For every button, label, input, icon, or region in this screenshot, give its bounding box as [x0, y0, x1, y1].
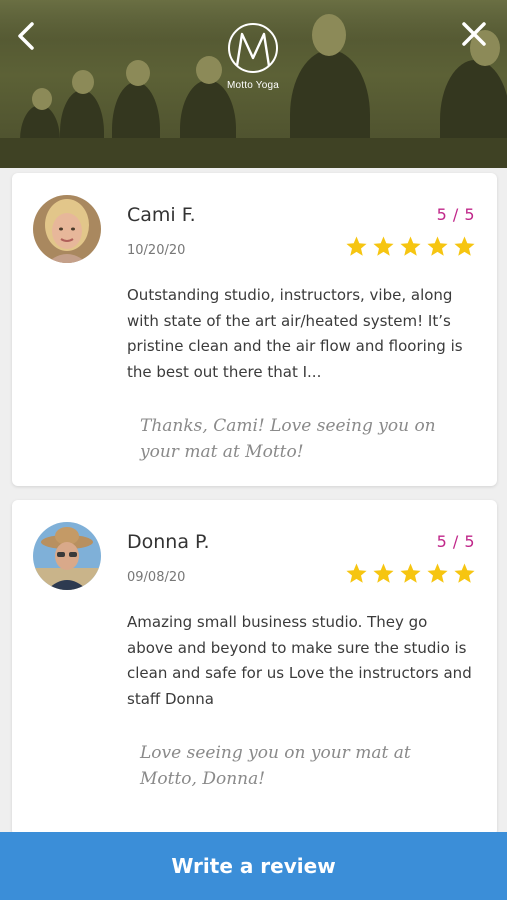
rating-score: 5 / 5 [436, 532, 475, 551]
logo-mark-icon [228, 23, 278, 73]
motto-yoga-logo: Motto Yoga [218, 20, 288, 100]
star-icon [373, 563, 394, 583]
star-icon [346, 236, 367, 256]
review-text: Amazing small business studio. They go a… [127, 613, 472, 708]
star-rating [345, 235, 476, 259]
star-icon [346, 563, 367, 583]
reviewer-name: Cami F. [127, 204, 196, 226]
star-icon [454, 236, 475, 256]
brand-name: Motto Yoga [226, 80, 280, 91]
review-card: Donna P. 09/08/20 5 / 5 Amazing small bu… [12, 500, 497, 832]
studio-banner: Motto Yoga [0, 0, 507, 168]
star-icon [373, 236, 394, 256]
review-list[interactable]: Cami F. 10/20/20 5 / 5 Outstanding studi… [0, 168, 507, 832]
review-text: Outstanding studio, instructors, vibe, a… [127, 286, 463, 381]
write-review-button[interactable]: Write a review [0, 832, 507, 900]
app-root: Motto Yoga Cami F. 10/20/20 5 / 5 Outsta… [0, 0, 507, 900]
review-date: 09/08/20 [127, 570, 186, 585]
owner-reply: Love seeing you on your mat at Motto, Do… [140, 743, 411, 789]
star-icon [400, 563, 421, 583]
reviewer-name: Donna P. [127, 531, 210, 553]
star-icon [427, 563, 448, 583]
avatar [33, 522, 101, 590]
rating-score: 5 / 5 [436, 205, 475, 224]
star-icon [400, 236, 421, 256]
star-icon [427, 236, 448, 256]
close-button[interactable] [457, 16, 491, 52]
star-icon [454, 563, 475, 583]
chevron-left-icon [18, 22, 34, 50]
star-rating [345, 562, 476, 586]
owner-reply: Thanks, Cami! Love seeing you on your ma… [140, 416, 436, 462]
back-button[interactable] [10, 16, 44, 56]
avatar [33, 195, 101, 263]
close-icon [462, 22, 486, 46]
write-review-label: Write a review [171, 854, 336, 878]
review-card: Cami F. 10/20/20 5 / 5 Outstanding studi… [12, 173, 497, 486]
review-date: 10/20/20 [127, 243, 186, 258]
